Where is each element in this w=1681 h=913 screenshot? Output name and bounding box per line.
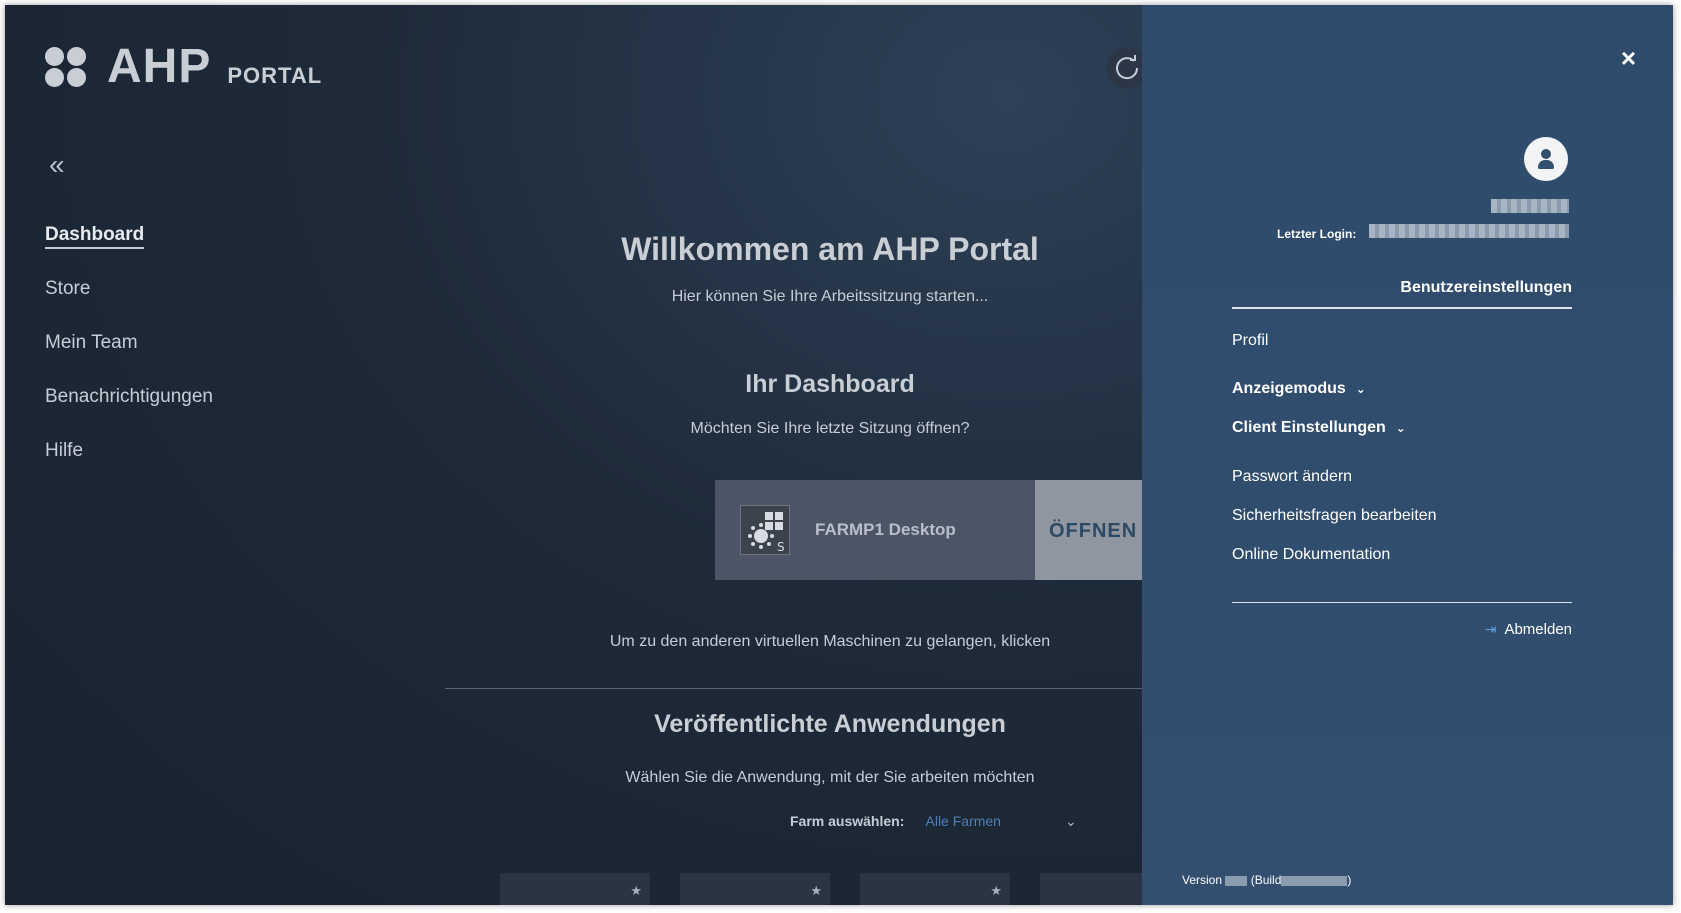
chevron-down-icon: ⌄: [1355, 382, 1366, 396]
farm-select-value[interactable]: Alle Farmen: [926, 813, 1001, 829]
dashboard-subtitle: Möchten Sie Ihre letzte Sitzung öffnen?: [690, 420, 970, 437]
welcome-title: Willkommen am AHP Portal: [621, 231, 1039, 267]
drawer-divider: [1232, 602, 1572, 603]
menu-sicherheitsfragen[interactable]: Sicherheitsfragen bearbeiten: [1232, 507, 1437, 525]
sidebar-item-benachrichtigungen[interactable]: Benachrichtigungen: [45, 385, 213, 439]
chevron-down-icon[interactable]: ⌄: [1065, 813, 1077, 830]
farm-select[interactable]: Farm auswählen: Alle Farmen: [790, 813, 1001, 829]
app-tile[interactable]: ★: [860, 873, 1010, 905]
apps-subtitle: Wählen Sie die Anwendung, mit der Sie ar…: [625, 769, 1035, 786]
menu-online-dokumentation[interactable]: Online Dokumentation: [1232, 546, 1390, 564]
star-icon[interactable]: ★: [810, 883, 822, 899]
redacted-login-date: [1369, 224, 1569, 238]
section-divider: [445, 688, 1165, 689]
farm-select-label: Farm auswählen:: [790, 813, 905, 829]
app-tile[interactable]: ★: [680, 873, 830, 905]
dashboard-title: Ihr Dashboard: [745, 370, 915, 398]
ahp-logo[interactable]: AHP PORTAL: [45, 40, 323, 93]
sidebar-item-mein-team[interactable]: Mein Team: [45, 331, 213, 385]
logout-icon: ⇥: [1484, 621, 1497, 637]
collapse-sidebar-icon[interactable]: «: [49, 151, 65, 179]
menu-client-einstellungen[interactable]: Client Einstellungen ⌄: [1232, 419, 1406, 437]
other-vms-text: Um zu den anderen virtuellen Maschinen z…: [609, 633, 1051, 650]
sidebar-item-dashboard[interactable]: Dashboard: [45, 223, 213, 277]
main-content: Willkommen am AHP Portal Hier können Sie…: [445, 5, 1190, 905]
session-card[interactable]: S FARMP1 Desktop ÖFFNEN: [715, 480, 1185, 580]
user-icon: [1524, 137, 1568, 181]
sidebar-item-hilfe[interactable]: Hilfe: [45, 439, 213, 493]
last-login-label: Letzter Login:: [1277, 227, 1357, 241]
sidebar-nav: Dashboard Store Mein Team Benachrichtigu…: [45, 223, 213, 493]
app-tile[interactable]: ★: [500, 873, 650, 905]
menu-passwort-aendern[interactable]: Passwort ändern: [1232, 468, 1352, 486]
star-icon[interactable]: ★: [990, 883, 1002, 899]
redacted-version: [1225, 875, 1248, 886]
welcome-subtitle: Hier können Sie Ihre Arbeitssitzung star…: [671, 288, 989, 305]
sidebar-item-store[interactable]: Store: [45, 277, 213, 331]
redacted-build: [1281, 875, 1348, 886]
session-name: FARMP1 Desktop: [815, 520, 956, 539]
menu-anzeigemodus[interactable]: Anzeigemodus ⌄: [1232, 380, 1366, 398]
user-settings-title: Benutzereinstellungen: [1232, 279, 1572, 309]
user-drawer: × Letzter Login: Benutzereinstellungen P…: [1142, 5, 1673, 905]
portal-window: AHP PORTAL « Dashboard Store Mein Team B…: [5, 5, 1673, 905]
version-info: Version (Build): [1182, 873, 1352, 887]
menu-profil[interactable]: Profil: [1232, 332, 1268, 350]
desktop-app-icon: S: [740, 505, 790, 555]
logo-subtitle: PORTAL: [227, 63, 323, 88]
chevron-down-icon: ⌄: [1395, 421, 1406, 435]
redacted-username: [1491, 199, 1569, 213]
svg-text:S: S: [777, 540, 785, 554]
logo-name: AHP: [107, 40, 212, 93]
close-icon[interactable]: ×: [1621, 43, 1636, 74]
star-icon[interactable]: ★: [630, 883, 642, 899]
logout-link[interactable]: ⇥ Abmelden: [1232, 621, 1572, 638]
logo-mark-icon: [45, 47, 97, 89]
apps-title: Veröffentlichte Anwendungen: [654, 710, 1006, 738]
